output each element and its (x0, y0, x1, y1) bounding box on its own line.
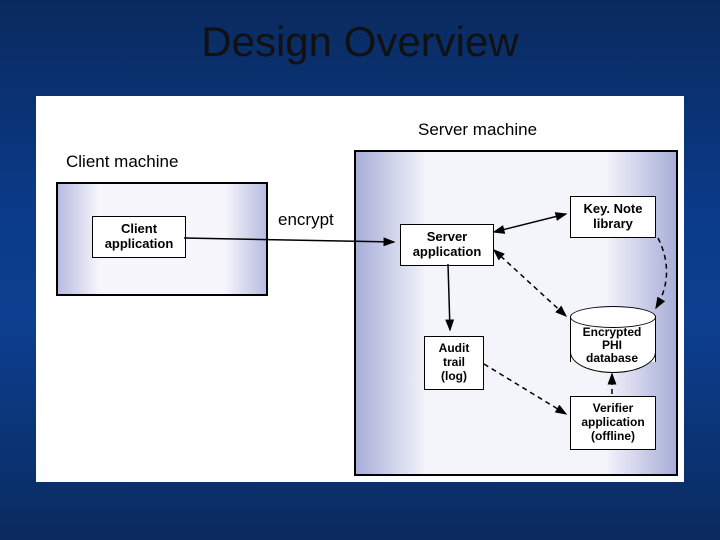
arrow-verifier-to-db (602, 372, 622, 396)
database-cylinder: Encrypted PHI database (570, 306, 654, 372)
client-app-box: Client application (92, 216, 186, 258)
slide-title: Design Overview (0, 18, 720, 66)
arrow-keynote-to-db-curve (650, 236, 680, 312)
database-label: Encrypted PHI database (570, 326, 654, 366)
arrow-client-to-server (184, 230, 400, 250)
keynote-box: Key. Note library (570, 196, 656, 238)
client-machine-label: Client machine (66, 152, 178, 172)
arrow-audit-to-verifier (482, 360, 572, 420)
arrow-server-to-audit (440, 264, 460, 336)
server-machine-label: Server machine (418, 120, 537, 140)
verifier-box: Verifier application (offline) (570, 396, 656, 450)
arrow-server-keynote (492, 206, 570, 236)
audit-box: Audit trail (log) (424, 336, 484, 390)
encrypt-label: encrypt (278, 210, 334, 230)
server-app-box: Server application (400, 224, 494, 266)
arrow-server-db-dashed (492, 244, 572, 324)
slide-background: Design Overview Client machine Server ma… (0, 0, 720, 540)
